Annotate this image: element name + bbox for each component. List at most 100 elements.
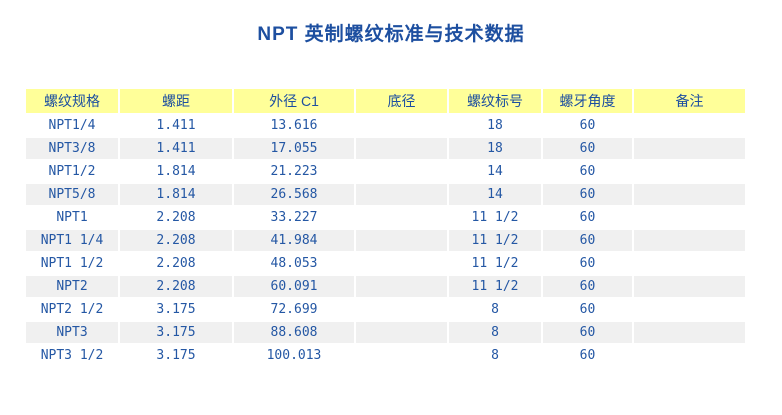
table-cell: 11 1/2 <box>449 276 541 297</box>
table-cell: 3.175 <box>120 299 232 320</box>
table-cell: 3.175 <box>120 322 232 343</box>
table-cell <box>634 253 745 274</box>
page: NPT 英制螺纹标准与技术数据 螺纹规格 螺距 外径 C1 底径 螺纹标号 螺牙… <box>0 0 782 415</box>
table-cell: NPT3 <box>26 322 118 343</box>
table-cell: 2.208 <box>120 230 232 251</box>
column-header-root-dia: 底径 <box>356 89 447 113</box>
table-cell: 60 <box>543 138 632 159</box>
table-row: NPT3 1/23.175100.013 860 <box>26 345 745 366</box>
table-cell: NPT2 1/2 <box>26 299 118 320</box>
table-cell: 8 <box>449 345 541 366</box>
table-cell <box>356 184 447 205</box>
table-cell <box>356 230 447 251</box>
table-cell <box>356 276 447 297</box>
table-cell: 2.208 <box>120 253 232 274</box>
table-cell <box>356 345 447 366</box>
table-cell: NPT1 <box>26 207 118 228</box>
table-cell: 21.223 <box>234 161 354 182</box>
table-cell: 88.608 <box>234 322 354 343</box>
table-cell <box>634 230 745 251</box>
column-header-remarks: 备注 <box>634 89 745 113</box>
table-cell <box>356 161 447 182</box>
table-cell <box>634 207 745 228</box>
table-cell: 72.699 <box>234 299 354 320</box>
table-cell: NPT5/8 <box>26 184 118 205</box>
table-cell <box>634 184 745 205</box>
table-cell: 14 <box>449 184 541 205</box>
table-row: NPT2 1/23.17572.699 860 <box>26 299 745 320</box>
table-cell <box>356 253 447 274</box>
table-cell: 2.208 <box>120 276 232 297</box>
table-cell: 13.616 <box>234 115 354 136</box>
table-row: NPT33.17588.608 860 <box>26 322 745 343</box>
table-row: NPT1/21.81421.223 1460 <box>26 161 745 182</box>
table-row: NPT1 1/42.20841.984 11 1/260 <box>26 230 745 251</box>
column-header-thread-spec: 螺纹规格 <box>26 89 118 113</box>
table-cell <box>634 299 745 320</box>
column-header-thread-number: 螺纹标号 <box>449 89 541 113</box>
table-cell: 100.013 <box>234 345 354 366</box>
table-cell: NPT1/2 <box>26 161 118 182</box>
table-cell: 11 1/2 <box>449 230 541 251</box>
table-row: NPT1/41.41113.6161860 <box>26 115 745 136</box>
table-cell: 8 <box>449 299 541 320</box>
page-title: NPT 英制螺纹标准与技术数据 <box>0 0 782 46</box>
table-cell: 48.053 <box>234 253 354 274</box>
table-header-row: 螺纹规格 螺距 外径 C1 底径 螺纹标号 螺牙角度 备注 <box>26 89 745 113</box>
table-cell: NPT1/4 <box>26 115 118 136</box>
table-cell <box>634 161 745 182</box>
table-cell: 60 <box>543 161 632 182</box>
table-cell <box>356 322 447 343</box>
table-cell: 60 <box>543 322 632 343</box>
table-cell <box>356 207 447 228</box>
table-cell: NPT3 1/2 <box>26 345 118 366</box>
table-cell <box>634 138 745 159</box>
table-cell: 11 1/2 <box>449 207 541 228</box>
table-cell: 18 <box>449 115 541 136</box>
table-cell <box>356 115 447 136</box>
table-row: NPT5/81.81426.568 1460 <box>26 184 745 205</box>
table-row: NPT1 1/22.20848.053 11 1/260 <box>26 253 745 274</box>
table-cell: 17.055 <box>234 138 354 159</box>
table-cell: 60 <box>543 115 632 136</box>
table-cell: 11 1/2 <box>449 253 541 274</box>
table-cell <box>634 322 745 343</box>
table-cell: 14 <box>449 161 541 182</box>
table-cell: 60 <box>543 207 632 228</box>
table-cell: 1.814 <box>120 184 232 205</box>
table-cell <box>634 276 745 297</box>
table-cell: 8 <box>449 322 541 343</box>
table-row: NPT12.20833.227 11 1/260 <box>26 207 745 228</box>
table-row: NPT22.20860.091 11 1/260 <box>26 276 745 297</box>
table-cell: 60 <box>543 276 632 297</box>
table-cell <box>634 345 745 366</box>
column-header-pitch: 螺距 <box>120 89 232 113</box>
table-header: 螺纹规格 螺距 外径 C1 底径 螺纹标号 螺牙角度 备注 <box>26 89 745 113</box>
table-cell <box>356 299 447 320</box>
table-body: NPT1/41.41113.6161860NPT3/81.41117.05518… <box>26 115 745 366</box>
table-cell: 2.208 <box>120 207 232 228</box>
table-cell: 60 <box>543 345 632 366</box>
table-cell: 3.175 <box>120 345 232 366</box>
column-header-thread-angle: 螺牙角度 <box>543 89 632 113</box>
table-cell: 18 <box>449 138 541 159</box>
table-row: NPT3/81.41117.055 1860 <box>26 138 745 159</box>
table-cell: NPT1 1/2 <box>26 253 118 274</box>
table-cell: 60 <box>543 253 632 274</box>
table-cell: 60 <box>543 230 632 251</box>
table-cell <box>634 115 745 136</box>
table-cell: 60 <box>543 299 632 320</box>
table-cell: 60 <box>543 184 632 205</box>
table-cell: NPT3/8 <box>26 138 118 159</box>
table-cell: 41.984 <box>234 230 354 251</box>
table-cell: 33.227 <box>234 207 354 228</box>
table-cell: 1.814 <box>120 161 232 182</box>
table-cell: 26.568 <box>234 184 354 205</box>
table-cell: 1.411 <box>120 138 232 159</box>
table-cell: NPT2 <box>26 276 118 297</box>
table-cell: 60.091 <box>234 276 354 297</box>
table-cell <box>356 138 447 159</box>
thread-spec-table: 螺纹规格 螺距 外径 C1 底径 螺纹标号 螺牙角度 备注 NPT1/41.41… <box>24 87 747 368</box>
column-header-outer-dia: 外径 C1 <box>234 89 354 113</box>
table-cell: NPT1 1/4 <box>26 230 118 251</box>
